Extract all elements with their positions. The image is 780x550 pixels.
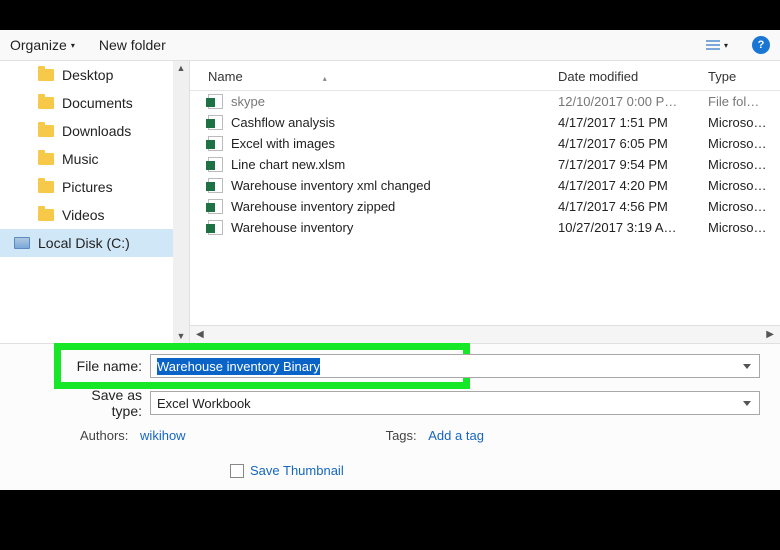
scroll-left-icon[interactable]: ◀ <box>196 329 204 340</box>
sidebar-item-videos[interactable]: Videos <box>0 201 189 229</box>
excel-icon <box>208 199 223 214</box>
authors-label: Authors: <box>80 428 128 443</box>
folder-icon <box>38 69 54 81</box>
folder-icon <box>38 153 54 165</box>
scroll-up-icon[interactable]: ▲ <box>177 61 186 75</box>
file-date: 7/17/2017 9:54 PM <box>558 157 708 172</box>
sidebar-item-music[interactable]: Music <box>0 145 189 173</box>
file-date: 4/17/2017 6:05 PM <box>558 136 708 151</box>
excel-icon <box>208 115 223 130</box>
header-date[interactable]: Date modified <box>558 69 708 84</box>
sidebar-item-local-disk[interactable]: Local Disk (C:) <box>0 229 189 257</box>
savetype-row: Save as type: Excel Workbook <box>60 387 760 419</box>
file-name: Warehouse inventory <box>231 220 353 235</box>
header-type[interactable]: Type <box>708 69 770 84</box>
filename-row: File name: Warehouse inventory Binary <box>60 354 760 378</box>
excel-icon <box>208 136 223 151</box>
file-date: 4/17/2017 4:56 PM <box>558 199 708 214</box>
file-row[interactable]: Excel with images 4/17/2017 6:05 PMMicros… <box>190 133 780 154</box>
filename-input[interactable]: Warehouse inventory Binary <box>150 354 760 378</box>
file-date: 12/10/2017 0:00 P… <box>558 94 708 109</box>
save-thumbnail-row: Save Thumbnail <box>60 463 760 478</box>
folder-icon <box>38 97 54 109</box>
file-type: Microso… <box>708 178 770 193</box>
save-dialog: Organize▾ New folder ▾ ? Desktop Documen… <box>0 30 780 490</box>
save-thumbnail-label: Save Thumbnail <box>250 463 344 478</box>
file-type: Microso… <box>708 199 770 214</box>
folder-icon <box>38 181 54 193</box>
sidebar: Desktop Documents Downloads Music Pictur… <box>0 61 190 343</box>
save-thumbnail-checkbox[interactable] <box>230 464 244 478</box>
file-row[interactable]: Warehouse inventory zipped 4/17/2017 4:56… <box>190 196 780 217</box>
tags-label: Tags: <box>386 428 417 443</box>
scroll-down-icon[interactable]: ▼ <box>177 329 186 343</box>
file-type: Microso… <box>708 136 770 151</box>
scroll-right-icon[interactable]: ▶ <box>766 329 774 340</box>
file-name: Cashflow analysis <box>231 115 335 130</box>
file-row[interactable]: Line chart new.xlsm 7/17/2017 9:54 PMMicr… <box>190 154 780 175</box>
file-name: Warehouse inventory xml changed <box>231 178 431 193</box>
column-headers: Name▴ Date modified Type <box>190 61 780 91</box>
view-mode-button[interactable]: ▾ <box>706 40 728 50</box>
new-folder-button[interactable]: New folder <box>99 37 166 53</box>
metadata-row: Authors: wikihow Tags: Add a tag <box>60 428 760 443</box>
file-type: Microso… <box>708 220 770 235</box>
sidebar-item-downloads[interactable]: Downloads <box>0 117 189 145</box>
organize-menu[interactable]: Organize▾ <box>10 37 75 53</box>
sidebar-item-desktop[interactable]: Desktop <box>0 61 189 89</box>
filename-value: Warehouse inventory Binary <box>157 358 320 375</box>
sidebar-item-pictures[interactable]: Pictures <box>0 173 189 201</box>
file-row[interactable]: Warehouse inventory 10/27/2017 3:19 A…Mic… <box>190 217 780 238</box>
savetype-select[interactable]: Excel Workbook <box>150 391 760 415</box>
file-list: Name▴ Date modified Type skype 12/10/2017… <box>190 61 780 343</box>
file-row[interactable]: Cashflow analysis 4/17/2017 1:51 PMMicros… <box>190 112 780 133</box>
authors-value[interactable]: wikihow <box>140 428 186 443</box>
file-date: 4/17/2017 1:51 PM <box>558 115 708 130</box>
file-row[interactable]: Warehouse inventory xml changed 4/17/2017… <box>190 175 780 196</box>
file-name: skype <box>231 94 265 109</box>
folder-icon <box>38 125 54 137</box>
file-name: Warehouse inventory zipped <box>231 199 395 214</box>
horizontal-scrollbar[interactable]: ◀ ▶ <box>190 325 780 343</box>
file-date: 10/27/2017 3:19 A… <box>558 220 708 235</box>
file-date: 4/17/2017 4:20 PM <box>558 178 708 193</box>
excel-icon <box>208 94 223 109</box>
file-type: Microso… <box>708 157 770 172</box>
tags-value[interactable]: Add a tag <box>428 428 484 443</box>
folder-icon <box>38 209 54 221</box>
excel-icon <box>208 178 223 193</box>
help-icon[interactable]: ? <box>752 36 770 54</box>
bottom-panel: File name: Warehouse inventory Binary Sa… <box>0 343 780 490</box>
toolbar: Organize▾ New folder ▾ ? <box>0 30 780 61</box>
savetype-value: Excel Workbook <box>157 396 251 411</box>
sort-indicator-icon: ▴ <box>323 74 327 83</box>
savetype-label: Save as type: <box>60 387 150 419</box>
sidebar-item-documents[interactable]: Documents <box>0 89 189 117</box>
file-row[interactable]: skype 12/10/2017 0:00 P…File fol… <box>190 91 780 112</box>
disk-icon <box>14 237 30 249</box>
sidebar-scrollbar[interactable]: ▲ ▼ <box>173 61 189 343</box>
file-name: Excel with images <box>231 136 335 151</box>
header-name[interactable]: Name▴ <box>208 69 558 84</box>
file-type: Microso… <box>708 115 770 130</box>
excel-icon <box>208 220 223 235</box>
file-name: Line chart new.xlsm <box>231 157 345 172</box>
filename-label: File name: <box>60 358 150 374</box>
excel-icon <box>208 157 223 172</box>
file-type: File fol… <box>708 94 770 109</box>
